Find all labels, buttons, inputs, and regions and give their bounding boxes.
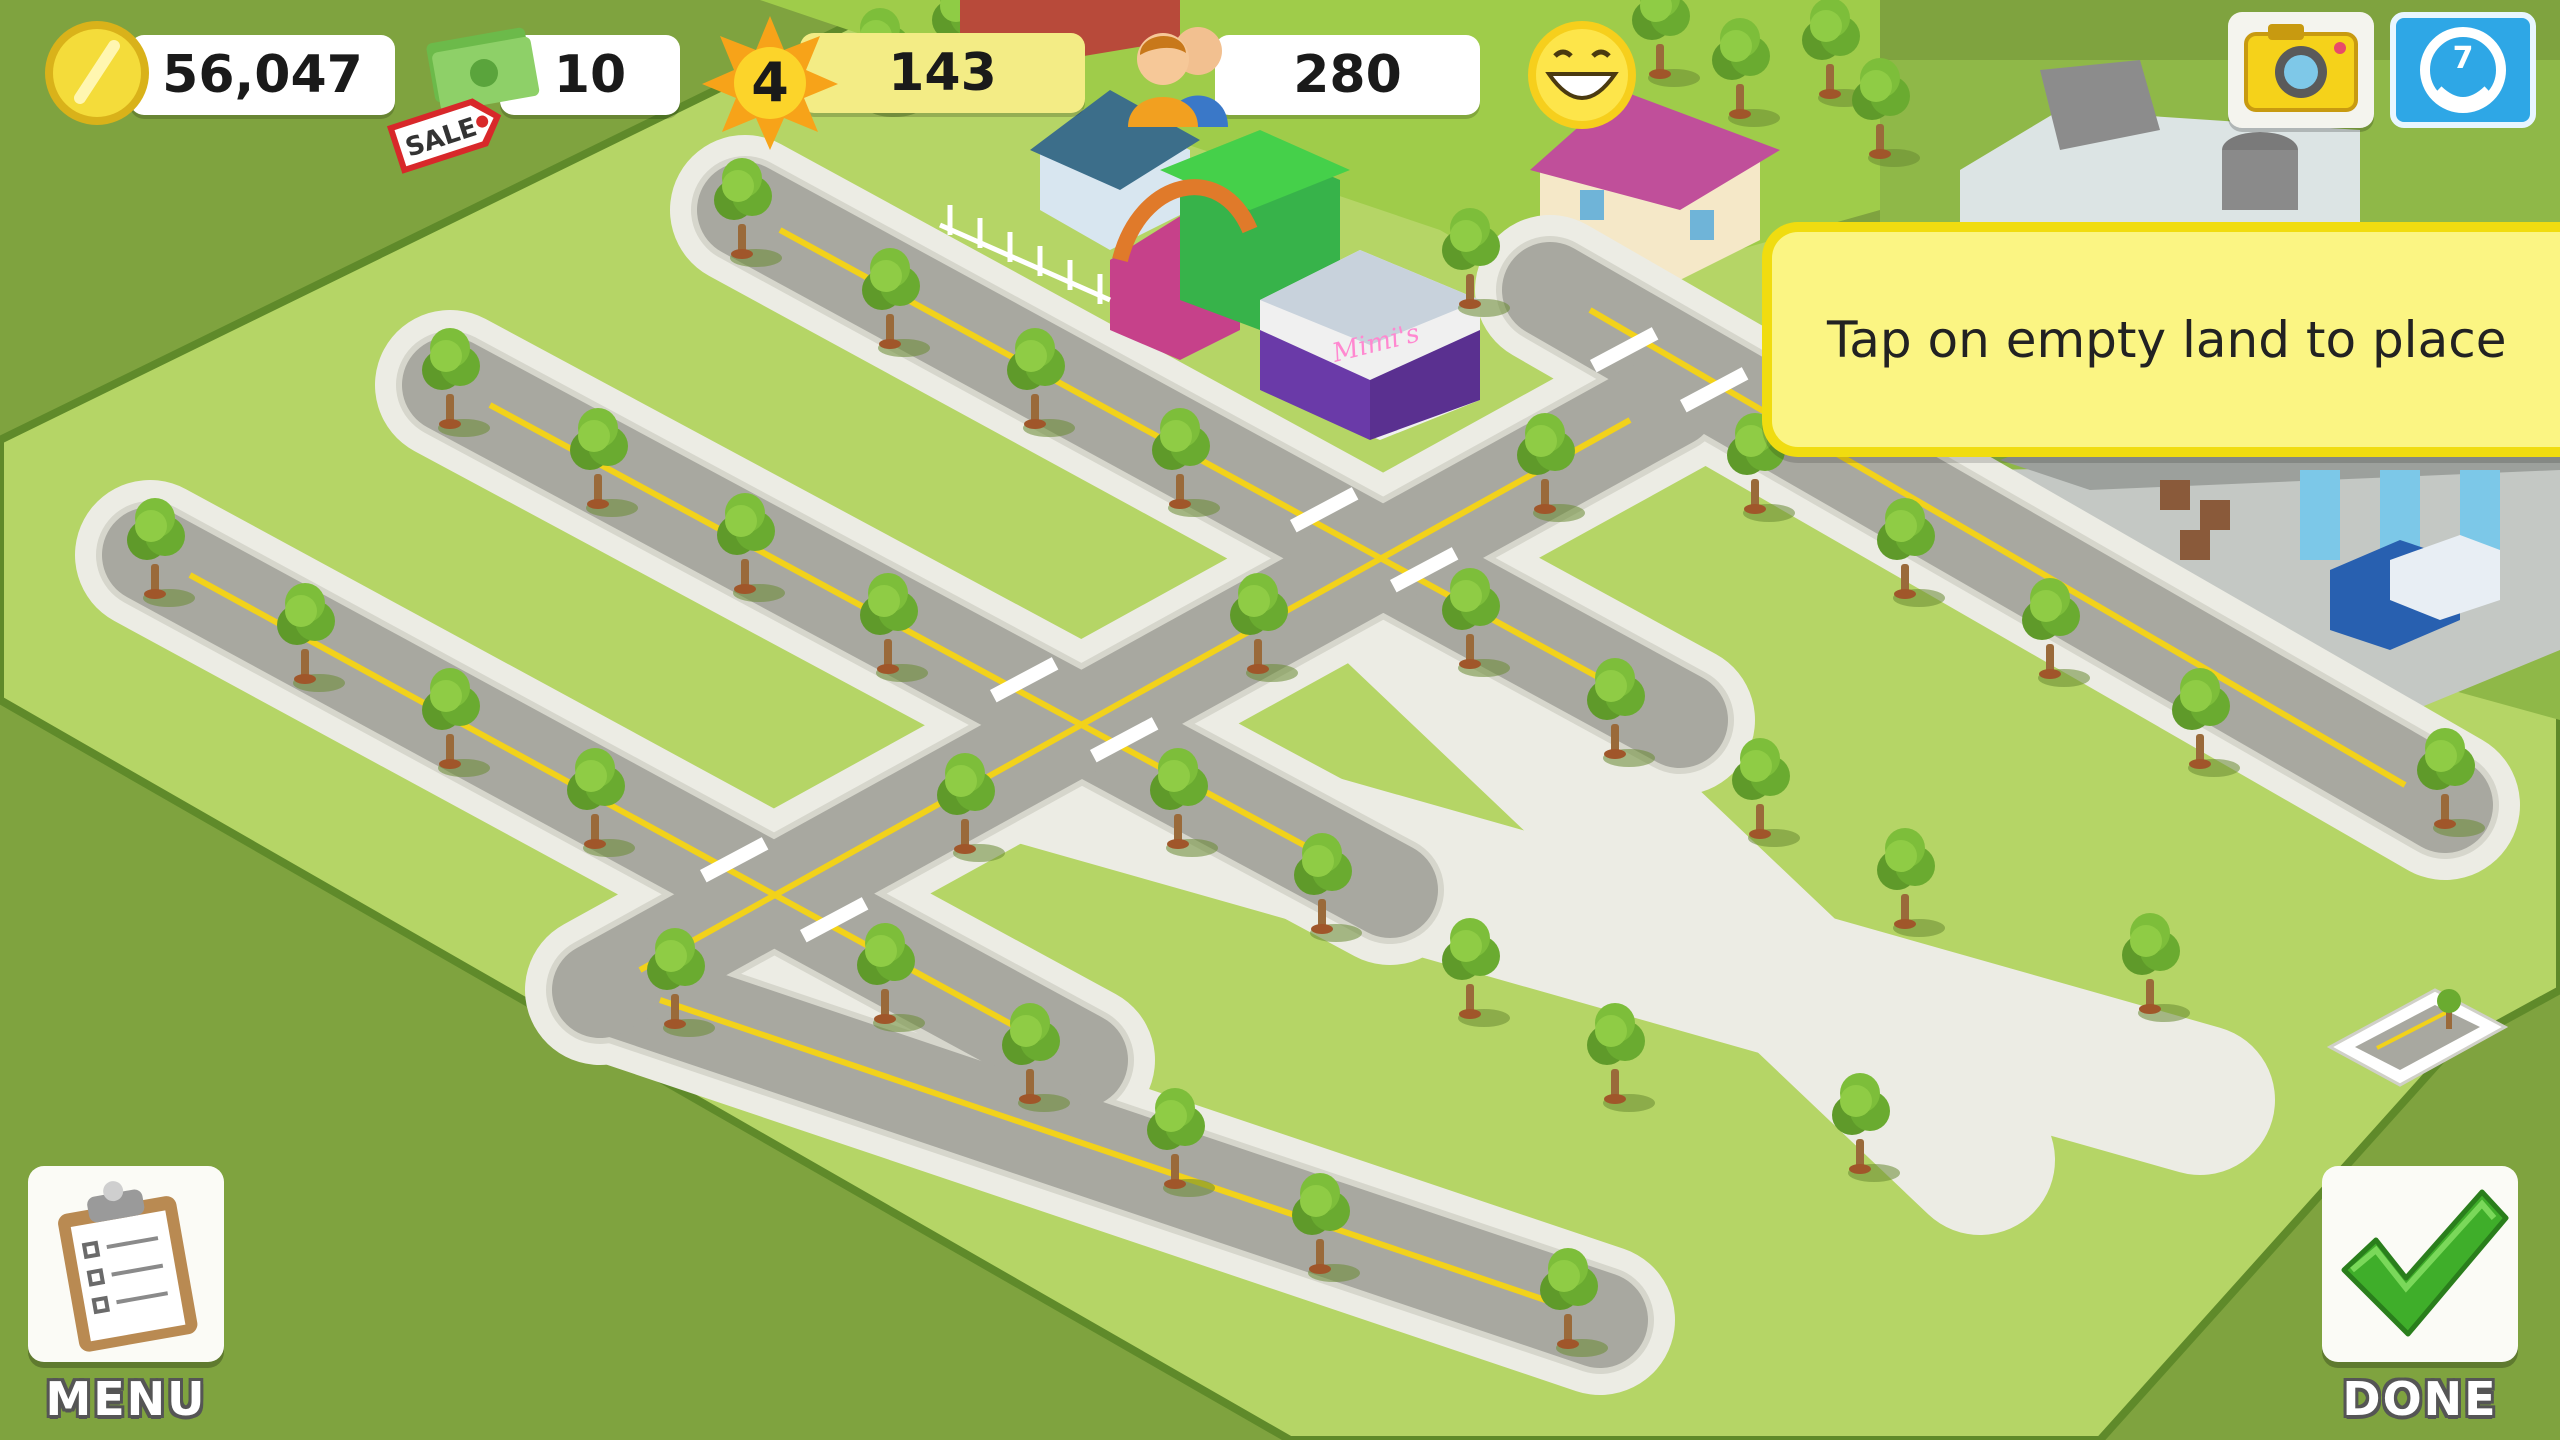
city-map[interactable]: Mimi's (0, 0, 2560, 1440)
placement-tooltip: Tap on empty land to place (1762, 222, 2560, 457)
done-label: DONE (2342, 1372, 2498, 1426)
coins-value: 56,047 (162, 45, 363, 105)
population-value: 280 (1293, 45, 1402, 105)
road-piece-icon[interactable] (2325, 985, 2510, 1100)
happiness-smiley-icon (1528, 21, 1636, 129)
sale-badge[interactable]: SALE (382, 78, 512, 188)
tooltip-text: Tap on empty land to place (1827, 310, 2507, 369)
menu-button[interactable] (28, 1166, 224, 1362)
camera-icon (2244, 24, 2358, 112)
clipboard-icon (58, 1181, 198, 1352)
checkmark-icon (2341, 1189, 2509, 1337)
social-icon: 7 (2420, 27, 2506, 113)
level-value: 4 (751, 50, 789, 114)
cash-value: 10 (553, 45, 627, 105)
svg-text:7: 7 (2453, 41, 2474, 76)
population-counter: 280 (1215, 35, 1480, 115)
population-icon (1128, 27, 1228, 127)
xp-counter: 143 (800, 33, 1085, 113)
camera-button[interactable] (2228, 12, 2374, 128)
menu-label: MENU (45, 1372, 207, 1426)
social-button[interactable]: 7 (2390, 12, 2536, 128)
xp-value: 143 (888, 43, 997, 103)
coins-counter: 56,047 (130, 35, 395, 115)
coin-icon (45, 21, 149, 125)
done-button[interactable] (2322, 1166, 2518, 1362)
